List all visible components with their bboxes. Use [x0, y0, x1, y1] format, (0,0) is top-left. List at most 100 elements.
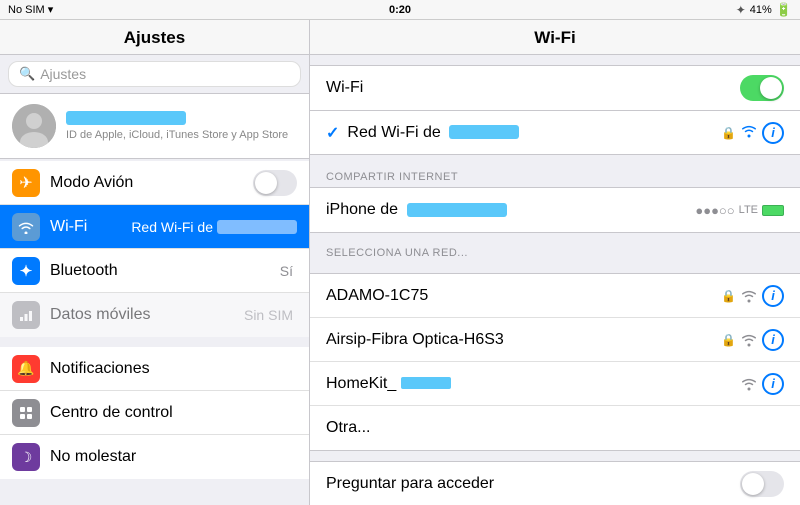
ask-section: Preguntar para acceder — [310, 461, 800, 505]
network-name-homekit: HomeKit_ — [326, 375, 741, 393]
wifi-icon — [12, 213, 40, 241]
adamo-info-button[interactable]: i — [762, 285, 784, 307]
settings-row-dnd[interactable]: ☽ No molestar — [0, 435, 309, 479]
networks-list: ADAMO-1C75 🔒 i Airsip-Fibra Optica-H6S3 — [310, 273, 800, 451]
search-icon: 🔍 — [19, 66, 35, 82]
airplane-toggle[interactable] — [253, 170, 297, 196]
networks-section-header: SELECCIONA UNA RED... — [310, 241, 800, 263]
wifi-panel: Wi-Fi Wi-Fi ✓ Red Wi-Fi de — [310, 20, 800, 505]
ask-toggle[interactable] — [740, 471, 784, 497]
main-layout: Ajustes 🔍 Ajustes ID de Apple, iCloud, i… — [0, 20, 800, 505]
airplane-icon: ✈ — [12, 169, 40, 197]
lock-icon: 🔒 — [721, 126, 736, 140]
connected-network-name: Red Wi-Fi de — [347, 124, 721, 142]
control-label: Centro de control — [50, 404, 297, 422]
lock-icon-airsip: 🔒 — [721, 333, 736, 347]
wifi-toggle-row: Wi-Fi — [310, 66, 800, 110]
sidebar-search: 🔍 Ajustes — [0, 55, 309, 93]
control-icon — [12, 399, 40, 427]
network-row-homekit[interactable]: HomeKit_ i — [310, 362, 800, 406]
hotspot-section: iPhone de ●●●○○ LTE — [310, 187, 800, 233]
wifi-toggle-label: Wi-Fi — [326, 79, 740, 97]
network-row-airsip[interactable]: Airsip-Fibra Optica-H6S3 🔒 i — [310, 318, 800, 362]
panel-title: Wi-Fi — [534, 28, 575, 47]
wifi-toggle-thumb — [760, 77, 782, 99]
wifi-main-toggle[interactable] — [740, 75, 784, 101]
airplane-toggle-thumb — [255, 172, 277, 194]
wifi-value: Red Wi-Fi de — [131, 219, 213, 235]
cellular-value: Sin SIM — [244, 307, 293, 323]
network-name-airsip: Airsip-Fibra Optica-H6S3 — [326, 331, 721, 349]
network-name-adamo: ADAMO-1C75 — [326, 287, 721, 305]
connected-network-blur — [449, 125, 519, 139]
airplane-label: Modo Avión — [50, 174, 253, 192]
battery-label: 41% — [750, 4, 772, 16]
profile-item[interactable]: ID de Apple, iCloud, iTunes Store y App … — [0, 93, 309, 159]
ask-row: Preguntar para acceder — [310, 462, 800, 505]
lock-icon-adamo: 🔒 — [721, 289, 736, 303]
status-left: No SIM ▾ — [8, 3, 53, 16]
cellular-icon — [12, 301, 40, 329]
settings-row-bluetooth[interactable]: ✦ Bluetooth Sí — [0, 249, 309, 293]
connected-network-row[interactable]: ✓ Red Wi-Fi de 🔒 — [310, 110, 800, 154]
wifi-label: Wi-Fi — [50, 218, 131, 236]
bt-status-icon: ✦ — [736, 3, 746, 17]
sidebar: Ajustes 🔍 Ajustes ID de Apple, iCloud, i… — [0, 20, 310, 505]
hotspot-section-header: COMPARTIR INTERNET — [310, 165, 800, 187]
hotspot-name: iPhone de — [326, 201, 695, 219]
settings-row-cellular[interactable]: Datos móviles Sin SIM — [0, 293, 309, 337]
status-center: 0:20 — [389, 4, 411, 16]
lte-badge: LTE — [739, 204, 758, 216]
settings-row-wifi[interactable]: Wi-Fi Red Wi-Fi de — [0, 205, 309, 249]
connected-network-icons: 🔒 i — [721, 122, 784, 144]
network-row-other[interactable]: Otra... — [310, 406, 800, 450]
wifi-toggle-section: Wi-Fi ✓ Red Wi-Fi de 🔒 — [310, 65, 800, 155]
dnd-label: No molestar — [50, 448, 297, 466]
search-label: Ajustes — [40, 66, 86, 82]
profile-subtitle: ID de Apple, iCloud, iTunes Store y App … — [66, 129, 288, 141]
connected-info-button[interactable]: i — [762, 122, 784, 144]
status-bar: No SIM ▾ 0:20 ✦ 41% 🔋 — [0, 0, 800, 20]
settings-row-airplane[interactable]: ✈ Modo Avión — [0, 161, 309, 205]
notifications-icon: 🔔 — [12, 355, 40, 383]
panel-content: Wi-Fi ✓ Red Wi-Fi de 🔒 — [310, 55, 800, 505]
wifi-value-blur — [217, 220, 297, 234]
homekit-icons: i — [741, 373, 784, 395]
profile-name-blur — [66, 111, 186, 125]
network-name-other: Otra... — [326, 419, 784, 437]
hotspot-row[interactable]: iPhone de ●●●○○ LTE — [310, 188, 800, 232]
dnd-icon: ☽ — [12, 443, 40, 471]
signal-icon — [741, 124, 757, 141]
bluetooth-label: Bluetooth — [50, 262, 280, 280]
hotspot-battery — [762, 205, 784, 216]
homekit-blur — [401, 377, 451, 389]
adamo-icons: 🔒 i — [721, 285, 784, 307]
settings-row-control[interactable]: Centro de control — [0, 391, 309, 435]
time-label: 0:20 — [389, 4, 411, 16]
airsip-info-button[interactable]: i — [762, 329, 784, 351]
battery-icon: 🔋 — [776, 2, 792, 18]
hotspot-name-blur — [407, 203, 507, 217]
cellular-label: Datos móviles — [50, 306, 244, 324]
hotspot-signal: ●●●○○ — [695, 203, 734, 218]
sidebar-title: Ajustes — [124, 28, 185, 47]
search-box[interactable]: 🔍 Ajustes — [8, 61, 301, 87]
avatar — [12, 104, 56, 148]
bluetooth-icon: ✦ — [12, 257, 40, 285]
settings-row-notifications[interactable]: 🔔 Notificaciones — [0, 347, 309, 391]
bluetooth-value: Sí — [280, 263, 293, 279]
checkmark-icon: ✓ — [326, 123, 339, 143]
panel-title-bar: Wi-Fi — [310, 20, 800, 55]
homekit-info-button[interactable]: i — [762, 373, 784, 395]
airsip-icons: 🔒 i — [721, 329, 784, 351]
ask-toggle-thumb — [742, 473, 764, 495]
settings-group-2: 🔔 Notificaciones Centro de control ☽ — [0, 347, 309, 479]
notifications-label: Notificaciones — [50, 360, 297, 378]
carrier-label: No SIM ▾ — [8, 3, 53, 16]
network-row-adamo[interactable]: ADAMO-1C75 🔒 i — [310, 274, 800, 318]
status-right: ✦ 41% 🔋 — [736, 2, 792, 18]
ask-label: Preguntar para acceder — [326, 475, 740, 493]
profile-info: ID de Apple, iCloud, iTunes Store y App … — [66, 111, 288, 141]
settings-group-1: ✈ Modo Avión Wi-Fi Red Wi-Fi de — [0, 161, 309, 337]
sidebar-title-bar: Ajustes — [0, 20, 309, 55]
